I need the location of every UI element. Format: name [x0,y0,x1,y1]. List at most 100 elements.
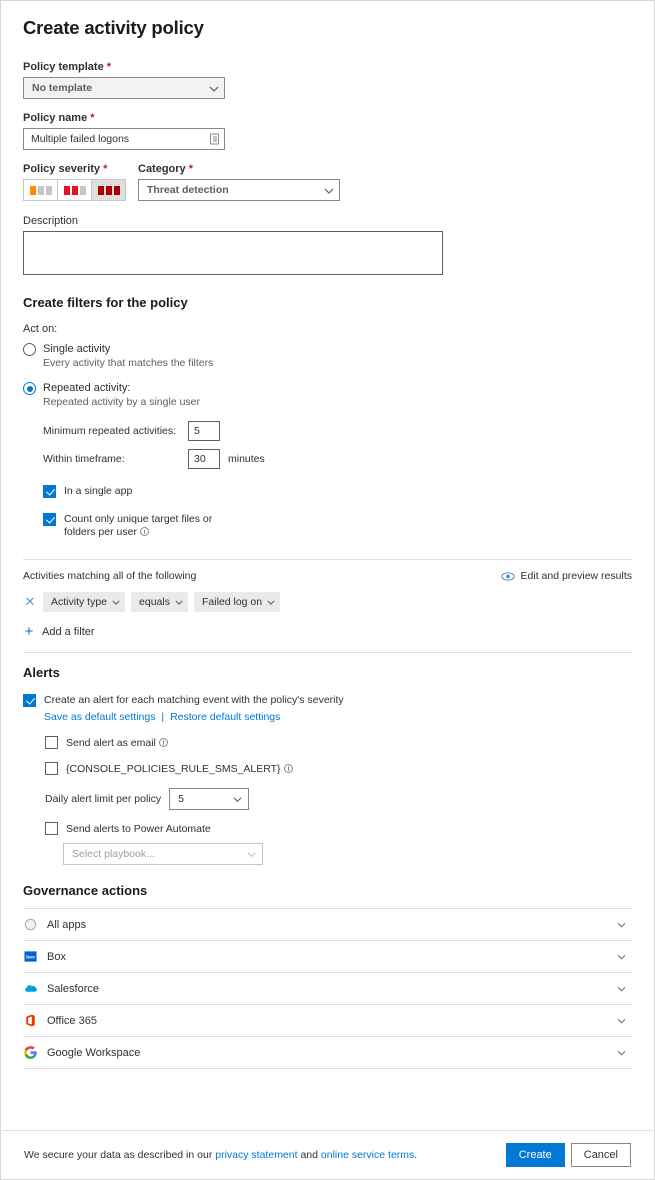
policy-template-field: Policy template * No template [1,61,654,99]
governance-row-label: Box [47,951,66,963]
filter-field-value: Activity type [51,596,107,608]
radio-single-activity-title: Single activity [43,342,213,356]
governance-heading: Governance actions [23,883,632,898]
checkbox-send-alert-email-control[interactable] [45,736,58,749]
create-button[interactable]: Create [506,1143,565,1167]
info-icon[interactable] [140,527,149,536]
required-asterisk: * [90,112,94,124]
add-filter-label: Add a filter [42,626,95,638]
policy-name-label: Policy name * [23,112,632,124]
policy-template-label: Policy template * [23,61,632,73]
policy-name-value: Multiple failed logons [31,133,129,145]
create-filters-heading: Create filters for the policy [23,295,632,310]
close-icon[interactable]: ✕ [23,592,37,612]
min-repeated-input[interactable]: 5 [188,421,220,441]
severity-low-button[interactable] [23,179,58,201]
chevron-down-icon [175,599,182,606]
filter-value-chip[interactable]: Failed log on [194,592,280,612]
divider [23,559,632,560]
chevron-down-icon [247,850,255,858]
policy-severity-field: Policy severity * [23,163,126,201]
google-workspace-icon [23,1045,38,1060]
edit-preview-results-label: Edit and preview results [521,570,632,582]
alerts-heading: Alerts [23,665,632,680]
checkbox-unique-targets-control[interactable] [43,513,56,526]
daily-limit-label: Daily alert limit per policy [45,793,161,805]
governance-row-label: Google Workspace [47,1047,140,1059]
filter-field-chip[interactable]: Activity type [43,592,125,612]
match-title: Activities matching all of the following [23,570,501,582]
info-icon[interactable] [159,738,168,747]
online-service-terms-link[interactable]: online service terms [321,1149,414,1161]
checkbox-power-automate[interactable]: Send alerts to Power Automate [45,822,632,835]
chevron-down-icon [209,84,217,92]
checkbox-in-single-app-label: In a single app [64,485,132,498]
filter-row: ✕ Activity type equals Failed log on [1,592,654,612]
governance-row-all-apps[interactable]: All apps [23,909,632,941]
daily-limit-select[interactable]: 5 [169,788,249,810]
link-separator: | [161,711,164,723]
radio-single-activity-control[interactable] [23,343,36,356]
footer-text-before: We secure your data as described in our [24,1149,215,1161]
save-default-settings-link[interactable]: Save as default settings [44,711,156,723]
checkbox-in-single-app[interactable]: In a single app [43,485,632,498]
cancel-button[interactable]: Cancel [571,1143,631,1167]
eye-icon [501,572,515,581]
text-localize-icon[interactable] [210,134,219,145]
timeframe-unit-label: minutes [228,453,265,465]
radio-repeated-activity-title: Repeated activity: [43,381,200,395]
checkbox-create-alert[interactable]: Create an alert for each matching event … [23,694,632,723]
restore-default-settings-link[interactable]: Restore default settings [170,711,280,723]
governance-row-office365[interactable]: Office 365 [23,1005,632,1037]
act-on-label: Act on: [23,323,632,335]
chevron-down-icon [617,984,626,993]
checkbox-send-alert-email[interactable]: Send alert as email [45,736,632,749]
filter-operator-chip[interactable]: equals [131,592,188,612]
footer-text-after: . [414,1149,417,1161]
checkbox-unique-targets-label: Count only unique target files or folder… [64,513,212,538]
checkbox-sms-alert[interactable]: {CONSOLE_POLICIES_RULE_SMS_ALERT} [45,762,632,775]
radio-repeated-activity[interactable]: Repeated activity: Repeated activity by … [23,381,632,409]
box-icon: box [23,949,38,964]
radio-single-activity[interactable]: Single activity Every activity that matc… [23,342,632,370]
daily-limit-row: Daily alert limit per policy 5 [45,788,632,810]
daily-limit-value: 5 [178,793,184,805]
chevron-down-icon [112,599,119,606]
timeframe-input[interactable]: 30 [188,449,220,469]
checkbox-sms-alert-control[interactable] [45,762,58,775]
checkbox-power-automate-control[interactable] [45,822,58,835]
category-value: Threat detection [147,184,229,196]
checkbox-in-single-app-control[interactable] [43,485,56,498]
min-repeated-row: Minimum repeated activities: 5 [43,421,632,441]
governance-row-google-workspace[interactable]: Google Workspace [23,1037,632,1069]
edit-preview-results-link[interactable]: Edit and preview results [501,570,632,582]
chevron-down-icon [617,1016,626,1025]
divider [23,652,632,653]
governance-row-box[interactable]: box Box [23,941,632,973]
salesforce-icon [23,981,38,996]
severity-medium-button[interactable] [57,179,92,201]
privacy-statement-link[interactable]: privacy statement [215,1149,297,1161]
playbook-select[interactable]: Select playbook... [63,843,263,865]
governance-row-salesforce[interactable]: Salesforce [23,973,632,1005]
info-icon[interactable] [284,764,293,773]
playbook-placeholder: Select playbook... [72,848,155,860]
footer-bar: We secure your data as described in our … [2,1130,653,1178]
severity-high-button[interactable] [91,179,126,201]
checkbox-create-alert-control[interactable] [23,694,36,707]
category-select[interactable]: Threat detection [138,179,340,201]
policy-name-input[interactable]: Multiple failed logons [23,128,225,150]
governance-row-label: Office 365 [47,1015,97,1027]
severity-category-row: Policy severity * Category * [1,163,654,201]
footer-text-middle: and [298,1149,321,1161]
add-filter-button[interactable]: + Add a filter [23,624,632,639]
description-label: Description [23,215,632,227]
required-asterisk: * [103,163,107,175]
all-apps-icon [23,917,38,932]
policy-template-select[interactable]: No template [23,77,225,99]
chevron-down-icon [617,952,626,961]
description-textarea[interactable] [23,231,443,275]
checkbox-unique-targets[interactable]: Count only unique target files or folder… [43,513,632,539]
radio-repeated-activity-control[interactable] [23,382,36,395]
checkbox-sms-alert-label: {CONSOLE_POLICIES_RULE_SMS_ALERT} [66,763,281,775]
